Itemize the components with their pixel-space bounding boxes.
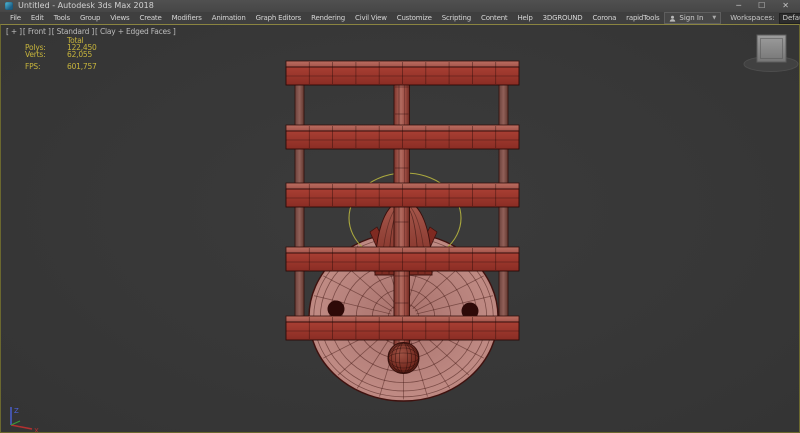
axis-x-label: X <box>34 427 39 432</box>
menu-item-civil-view[interactable]: Civil View <box>350 14 392 22</box>
window-title: Untitled - Autodesk 3ds Max 2018 <box>18 0 154 12</box>
viewport-canvas[interactable]: Z X <box>1 25 799 432</box>
workspaces-label: Workspaces: <box>730 14 774 22</box>
viewport-statistics: Total Polys: 122,450 Verts: 62,055 FPS: … <box>25 37 97 70</box>
user-icon <box>669 15 676 22</box>
close-button-icon[interactable]: ✕ <box>782 1 789 11</box>
viewcube-cube[interactable] <box>757 35 786 62</box>
viewport-front[interactable]: [ + ] [ Front ] [ Standard ] [ Clay + Ed… <box>0 24 800 433</box>
menu-item-rapidtools[interactable]: rapidTools <box>621 14 664 22</box>
chevron-down-icon: ▼ <box>712 15 716 21</box>
menu-item-content[interactable]: Content <box>476 14 512 22</box>
menu-item-help[interactable]: Help <box>512 14 537 22</box>
menu-item-animation[interactable]: Animation <box>207 14 251 22</box>
viewport-menu-shading[interactable]: [ Clay + Edged Faces ] <box>95 27 176 36</box>
viewport-menu-pov[interactable]: [ Front ] <box>23 27 51 36</box>
sign-in-button[interactable]: Sign In ▼ <box>664 12 721 24</box>
menu-item-rendering[interactable]: Rendering <box>306 14 350 22</box>
stats-verts-value: 62,055 <box>67 51 92 58</box>
viewport-menu-renderer[interactable]: [ Standard ] <box>52 27 94 36</box>
menu-item-modifiers[interactable]: Modifiers <box>167 14 207 22</box>
menu-item-group[interactable]: Group <box>75 14 105 22</box>
menu-item-3dground[interactable]: 3DGROUND <box>538 14 588 22</box>
sign-in-label: Sign In <box>679 14 703 22</box>
model-sphere[interactable] <box>388 343 419 374</box>
axis-x-line <box>11 425 32 429</box>
maximize-button-icon[interactable]: ☐ <box>758 1 765 11</box>
world-axis-tripod: Z X <box>11 407 39 432</box>
menu-item-views[interactable]: Views <box>105 14 134 22</box>
viewport-menu-general[interactable]: [ + ] <box>6 27 22 36</box>
viewcube[interactable] <box>744 35 798 72</box>
stats-verts-label: Verts: <box>25 51 67 58</box>
menu-item-graph-editors[interactable]: Graph Editors <box>251 14 306 22</box>
3dsmax-app-icon <box>5 2 13 10</box>
menu-item-customize[interactable]: Customize <box>392 14 437 22</box>
menu-item-file[interactable]: File <box>5 14 26 22</box>
model-center-rod[interactable] <box>394 61 410 357</box>
disc-hole-left <box>328 301 345 318</box>
menu-bar: File Edit Tools Group Views Create Modif… <box>0 12 800 24</box>
menu-item-create[interactable]: Create <box>135 14 167 22</box>
menu-item-tools[interactable]: Tools <box>49 14 75 22</box>
stats-fps-label: FPS: <box>25 63 67 70</box>
title-bar: Untitled - Autodesk 3ds Max 2018 ─ ☐ ✕ <box>0 0 800 12</box>
axis-y-line <box>11 421 20 425</box>
workspaces-value: Default <box>783 14 800 22</box>
workspaces-dropdown[interactable]: Default ▼ <box>779 13 800 24</box>
menu-item-scripting[interactable]: Scripting <box>437 14 476 22</box>
axis-z-label: Z <box>14 407 19 415</box>
viewport-label: [ + ] [ Front ] [ Standard ] [ Clay + Ed… <box>6 27 176 36</box>
minimize-button-icon[interactable]: ─ <box>736 1 741 11</box>
menu-item-edit[interactable]: Edit <box>26 14 49 22</box>
menu-item-corona[interactable]: Corona <box>587 14 621 22</box>
stats-fps-value: 601,757 <box>67 63 97 70</box>
